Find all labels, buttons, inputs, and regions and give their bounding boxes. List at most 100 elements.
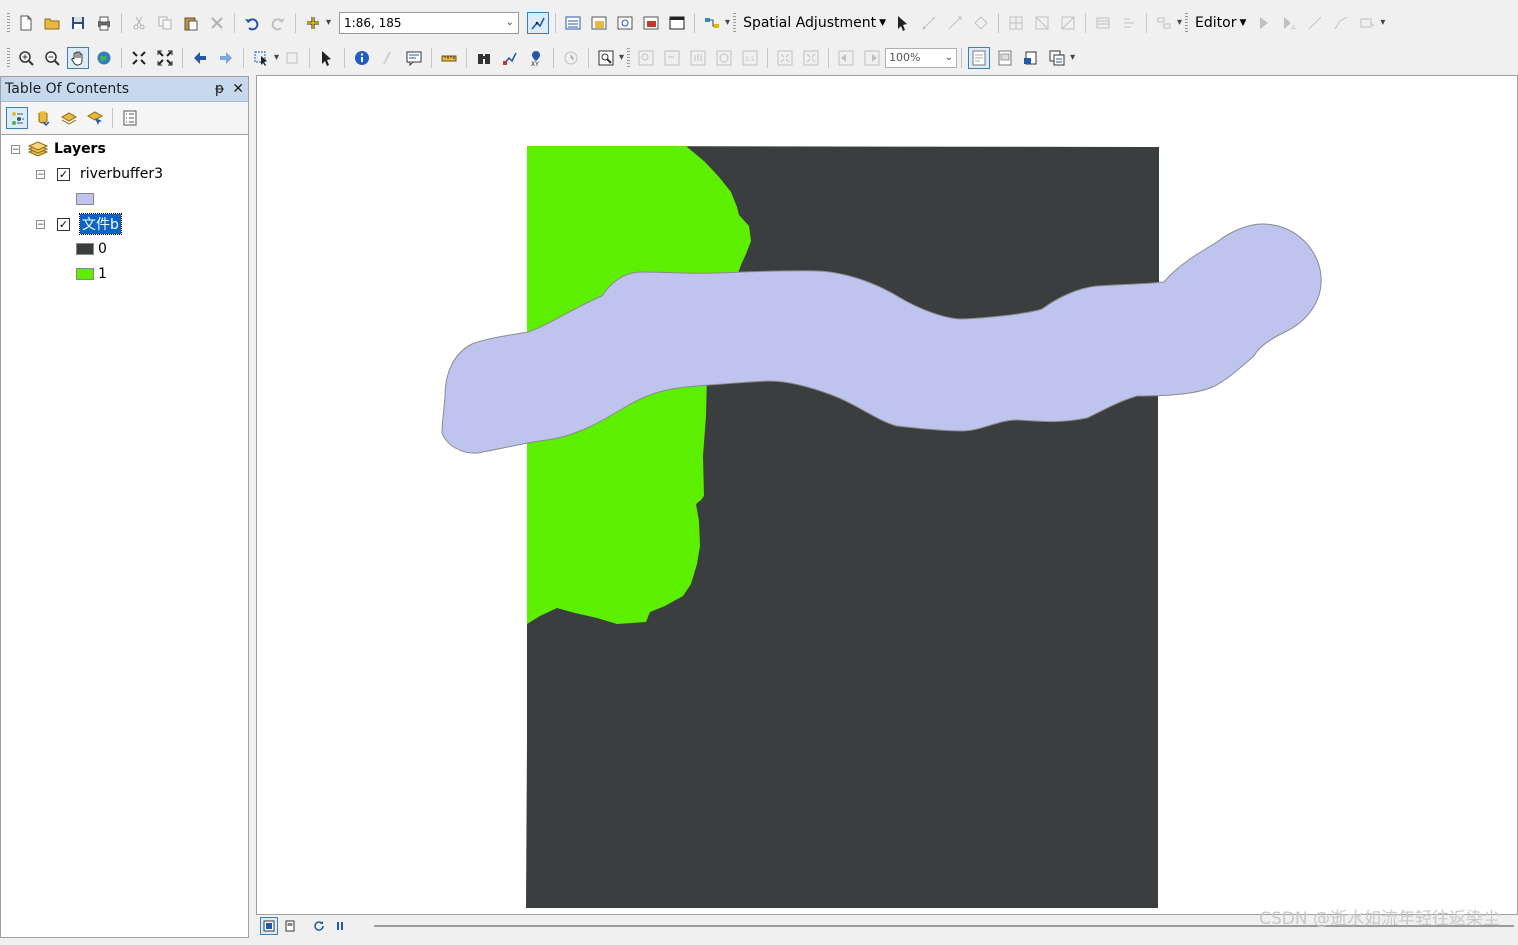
refresh-icon[interactable] — [310, 917, 328, 935]
edge-match-icon[interactable] — [1153, 12, 1175, 34]
clear-adjustment-area-icon[interactable] — [1057, 12, 1079, 34]
go-to-xy-icon[interactable]: XY — [525, 47, 547, 69]
redo-icon[interactable] — [267, 12, 289, 34]
layout-zoom-in-icon[interactable] — [635, 47, 657, 69]
tree-node-layer[interactable]: − ✓ 文件b — [36, 213, 122, 235]
toolbar-options-icon[interactable]: ▾ — [1177, 17, 1182, 28]
collapse-icon[interactable]: − — [11, 144, 20, 154]
open-folder-icon[interactable] — [41, 12, 63, 34]
layer-visibility-checkbox[interactable]: ✓ — [57, 167, 70, 181]
layout-view-icon[interactable] — [281, 917, 299, 935]
save-icon[interactable] — [67, 12, 89, 34]
arctoolbox-icon[interactable] — [640, 12, 662, 34]
pan-hand-icon[interactable] — [67, 46, 89, 69]
layer-name[interactable]: 文件b — [79, 213, 122, 235]
change-layout-icon[interactable] — [1020, 47, 1042, 69]
pin-icon[interactable]: ᵽ — [215, 81, 224, 97]
chevron-down-icon[interactable]: ▾ — [1380, 17, 1385, 28]
find-route-icon[interactable] — [499, 47, 521, 69]
legend-swatch[interactable] — [76, 193, 94, 205]
hyperlink-icon[interactable] — [377, 47, 399, 69]
map-scale-combobox[interactable]: 1:86, 185 ⌄ — [339, 11, 520, 34]
toggle-draft-mode-icon[interactable] — [968, 46, 991, 69]
select-elements-icon[interactable] — [316, 47, 338, 69]
layout-zoom-out-icon[interactable] — [661, 47, 683, 69]
select-features-icon[interactable] — [250, 47, 272, 69]
search-window-icon[interactable] — [614, 12, 636, 34]
toolbar-grip[interactable] — [7, 12, 10, 33]
measure-icon[interactable] — [438, 47, 460, 69]
view-link-table-icon[interactable] — [1092, 12, 1114, 34]
select-elements-icon[interactable] — [892, 12, 914, 34]
legend-swatch[interactable] — [76, 243, 94, 255]
pause-drawing-icon[interactable] — [331, 917, 349, 935]
add-data-icon[interactable] — [302, 12, 324, 34]
python-window-icon[interactable] — [666, 12, 688, 34]
layout-fixed-zoom-in-icon[interactable] — [774, 47, 796, 69]
attribute-transfer-icon[interactable] — [1118, 12, 1140, 34]
close-icon[interactable]: ✕ — [232, 81, 244, 97]
collapse-icon[interactable]: − — [36, 219, 45, 229]
editor-toolbar-toggle-icon[interactable] — [527, 11, 550, 34]
find-binoculars-icon[interactable] — [473, 47, 495, 69]
chevron-down-icon[interactable]: ▾ — [274, 52, 279, 63]
clear-selection-icon[interactable] — [281, 47, 303, 69]
list-by-visibility-icon[interactable] — [58, 107, 80, 129]
list-by-source-icon[interactable] — [32, 107, 54, 129]
layout-back-extent-icon[interactable] — [835, 47, 857, 69]
construction-tools-icon[interactable] — [1356, 12, 1378, 34]
editor-menu[interactable]: Editor ▼ — [1191, 15, 1250, 31]
model-builder-icon[interactable] — [701, 12, 723, 34]
toolbar-grip[interactable] — [627, 47, 631, 68]
zoom-in-icon[interactable] — [15, 47, 37, 69]
layout-forward-extent-icon[interactable] — [861, 47, 883, 69]
toolbar-grip[interactable] — [7, 47, 10, 68]
map-canvas[interactable] — [257, 76, 1518, 915]
toolbar-options-icon[interactable]: ▾ — [1070, 52, 1075, 63]
edit-annotation-tool-icon[interactable]: A — [1278, 12, 1300, 34]
spatial-adjustment-menu[interactable]: Spatial Adjustment ▼ — [739, 15, 890, 31]
copy-icon[interactable] — [154, 12, 176, 34]
list-by-drawing-order-icon[interactable] — [6, 107, 28, 129]
go-forward-arrow-icon[interactable] — [215, 47, 237, 69]
layout-zoom-percent-combobox[interactable]: 100% ⌄ — [885, 47, 958, 68]
focus-data-frame-icon[interactable] — [994, 47, 1016, 69]
fixed-zoom-out-icon[interactable] — [154, 47, 176, 69]
data-view-icon[interactable] — [260, 917, 278, 935]
identify-info-icon[interactable] — [351, 47, 373, 69]
trace-icon[interactable] — [1330, 12, 1352, 34]
table-of-contents-window-icon[interactable] — [562, 12, 584, 34]
tree-node-layer[interactable]: − ✓ riverbuffer3 — [36, 164, 163, 184]
layer-name[interactable]: riverbuffer3 — [80, 166, 163, 182]
straight-segment-icon[interactable] — [1304, 12, 1326, 34]
zoom-out-icon[interactable] — [41, 47, 63, 69]
layout-pan-icon[interactable] — [687, 47, 709, 69]
catalog-window-icon[interactable] — [588, 12, 610, 34]
html-popup-icon[interactable] — [403, 47, 425, 69]
collapse-icon[interactable]: − — [36, 169, 45, 179]
map-display[interactable] — [256, 75, 1518, 915]
fixed-zoom-in-icon[interactable] — [128, 47, 150, 69]
legend-swatch[interactable] — [76, 268, 94, 280]
cut-icon[interactable] — [128, 12, 150, 34]
undo-icon[interactable] — [241, 12, 263, 34]
new-displacement-link-icon[interactable] — [918, 12, 940, 34]
edit-tool-icon[interactable] — [1252, 12, 1274, 34]
multi-displacement-icon[interactable] — [970, 12, 992, 34]
toolbar-grip[interactable] — [733, 12, 737, 33]
layout-zoom-100-icon[interactable]: 1:1 — [739, 47, 761, 69]
new-identity-link-icon[interactable] — [1005, 12, 1027, 34]
toc-options-icon[interactable] — [119, 107, 141, 129]
tree-node-layers[interactable]: − Layers — [11, 139, 106, 159]
toolbar-options-icon[interactable]: ▾ — [725, 17, 730, 28]
new-document-icon[interactable] — [15, 12, 37, 34]
modify-link-icon[interactable] — [944, 12, 966, 34]
full-extent-globe-icon[interactable] — [93, 47, 115, 69]
delete-icon[interactable] — [206, 12, 228, 34]
magnifier-window-icon[interactable] — [595, 47, 617, 69]
chevron-down-icon[interactable]: ▾ — [326, 17, 331, 28]
new-limited-adjustment-area-icon[interactable] — [1031, 12, 1053, 34]
print-icon[interactable] — [93, 12, 115, 34]
data-driven-pages-icon[interactable] — [1046, 47, 1068, 69]
toolbar-grip[interactable] — [1185, 12, 1189, 33]
